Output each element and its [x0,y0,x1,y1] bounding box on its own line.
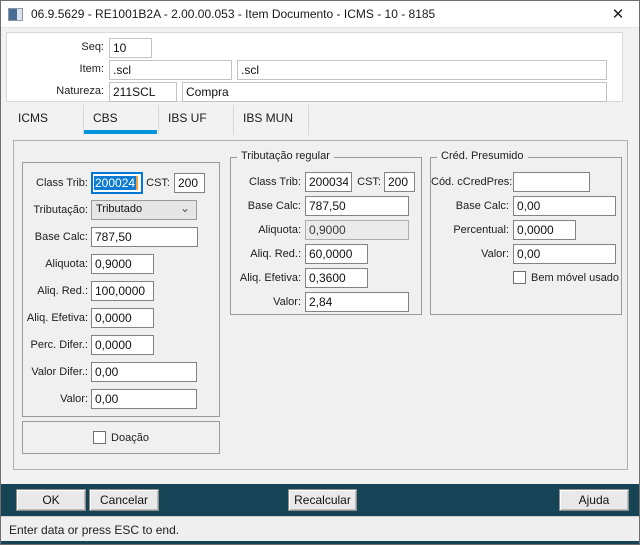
ok-button[interactable]: OK [16,489,86,511]
close-icon[interactable]: ✕ [608,5,628,25]
reg-aliq-efetiva-label: Aliq. Efetiva: [239,272,301,284]
valor-label: Valor: [60,393,88,405]
chevron-down-icon: ⌄ [179,201,190,215]
tributacao-select[interactable]: Tributado ⌄ [91,200,197,220]
doacao-checkbox-row: Doação [23,431,219,444]
reg-base-calc-label: Base Calc: [247,200,301,212]
valor-input[interactable] [91,389,197,409]
reg-aliquota-input [305,220,409,240]
app-window-icon [8,8,23,21]
item-row: Item: [7,60,622,80]
cred-presumido-group: Créd. Presumido Cód. cCredPres: Base Cal… [430,150,622,315]
reg-cst-label: CST: [357,176,381,188]
help-button[interactable]: Ajuda [559,489,629,511]
valor-difer-label: Valor Difer.: [31,366,88,378]
aliq-efetiva-input[interactable] [91,308,154,328]
window-title: 06.9.5629 - RE1001B2A - 2.00.00.053 - It… [31,7,436,21]
bem-movel-checkbox[interactable] [513,271,526,284]
item-desc-input[interactable] [237,60,607,80]
reg-class-trib-label: Class Trib: [249,176,301,188]
item-documento-dialog: 06.9.5629 - RE1001B2A - 2.00.00.053 - It… [0,0,640,545]
aliq-red-input[interactable] [91,281,154,301]
cbs-main-group: Class Trib: 200024 CST: Tributação: Trib… [22,162,220,417]
doacao-checkbox-label: Doação [111,431,149,444]
doacao-checkbox[interactable] [93,431,107,444]
reg-cst-input[interactable] [384,172,415,192]
cbs-tab-content: Class Trib: 200024 CST: Tributação: Trib… [13,140,628,470]
tributacao-regular-group: Tributação regular Class Trib: CST: Base… [230,150,422,315]
tab-icms[interactable]: ICMS [9,105,84,135]
cred-presumido-title: Créd. Presumido [437,150,528,162]
percentual-label: Percentual: [453,224,509,236]
cst-input[interactable] [174,173,205,193]
natureza-row: Natureza: [7,82,622,102]
status-bar: Enter data or press ESC to end. [1,516,639,543]
item-label: Item: [79,63,104,75]
tributacao-label: Tributação: [33,204,88,216]
aliq-red-label: Aliq. Red.: [37,285,88,297]
valor-difer-input[interactable] [91,362,197,382]
class-trib-label: Class Trib: [36,177,88,189]
tab-strip: ICMS CBS IBS UF IBS MUN [1,105,639,136]
tab-ibs-uf[interactable]: IBS UF [159,105,234,135]
class-trib-input[interactable]: 200024 [91,172,143,194]
title-bar: 06.9.5629 - RE1001B2A - 2.00.00.053 - It… [1,1,639,28]
aliquota-input[interactable] [91,254,154,274]
tributacao-regular-title: Tributação regular [237,150,334,162]
perc-difer-label: Perc. Difer.: [30,339,88,351]
tributacao-value: Tributado [96,203,143,215]
reg-aliq-red-input[interactable] [305,244,368,264]
cp-valor-label: Valor: [481,248,509,260]
class-trib-selected-text: 200024 [94,176,137,190]
cp-base-calc-label: Base Calc: [455,200,509,212]
cst-label: CST: [146,177,170,189]
natureza-desc-input[interactable] [182,82,607,102]
item-code-input[interactable] [109,60,232,80]
cancel-button[interactable]: Cancelar [89,489,159,511]
tab-ibs-mun[interactable]: IBS MUN [234,105,309,135]
reg-aliquota-label: Aliquota: [258,224,301,236]
perc-difer-input[interactable] [91,335,154,355]
cp-valor-input[interactable] [513,244,616,264]
base-calc-input[interactable] [91,227,198,247]
aliquota-label: Aliquota: [45,258,88,270]
reg-aliq-red-label: Aliq. Red.: [250,248,301,260]
seq-label: Seq: [81,41,104,53]
aliq-efetiva-label: Aliq. Efetiva: [26,312,88,324]
reg-valor-label: Valor: [273,296,301,308]
doacao-group: Doação [22,421,220,454]
recalculate-button[interactable]: Recalcular [288,489,357,511]
natureza-code-input[interactable] [109,82,177,102]
seq-row: Seq: [7,38,622,58]
reg-aliq-efetiva-input[interactable] [305,268,368,288]
button-bar: OK Cancelar Recalcular Ajuda [1,484,639,516]
cp-base-calc-input[interactable] [513,196,616,216]
text-caret [136,176,139,190]
bem-movel-checkbox-row: Bem móvel usado [513,271,619,284]
reg-class-trib-input[interactable] [305,172,352,192]
seq-input[interactable] [109,38,152,58]
header-panel: Seq: Item: Natureza: [6,32,623,102]
cod-ccredpres-label: Cód. cCredPres: [431,176,513,188]
natureza-label: Natureza: [56,85,104,97]
cod-ccredpres-input[interactable] [513,172,590,192]
tab-cbs[interactable]: CBS [84,105,159,135]
reg-base-calc-input[interactable] [305,196,409,216]
base-calc-label: Base Calc: [34,231,88,243]
window-bottom-edge [1,541,639,544]
percentual-input[interactable] [513,220,576,240]
bem-movel-checkbox-label: Bem móvel usado [531,271,620,284]
status-text: Enter data or press ESC to end. [9,523,180,537]
reg-valor-input[interactable] [305,292,409,312]
